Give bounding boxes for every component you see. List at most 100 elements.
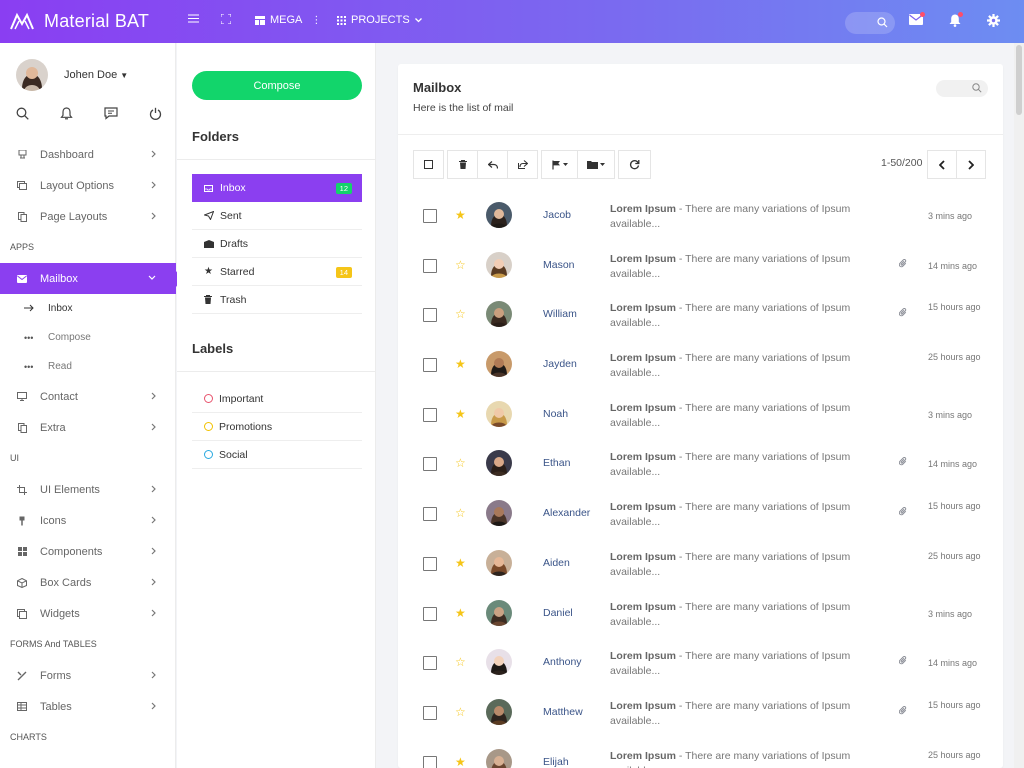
bell-notifications-button[interactable] [949, 12, 963, 30]
mail-checkbox[interactable] [423, 407, 437, 422]
sidebar-item-tables[interactable]: Tables [0, 691, 176, 722]
sidebar-subitem-read[interactable]: ••• Read [0, 352, 176, 381]
mail-sender[interactable]: Mason [543, 259, 575, 271]
menu-toggle-button[interactable] [188, 14, 199, 23]
projects-menu-button[interactable]: PROJECTS [337, 14, 422, 26]
settings-button[interactable] [987, 14, 1000, 30]
sidebar-subitem-compose[interactable]: ••• Compose [0, 323, 176, 352]
search-icon[interactable] [16, 107, 29, 120]
sidebar-item-page-layouts[interactable]: Page Layouts [0, 201, 176, 232]
star-outline-icon[interactable]: ☆ [455, 258, 466, 272]
mail-sender[interactable]: William [543, 308, 577, 320]
folder-starred[interactable]: ★ Starred 14 [192, 258, 362, 286]
mail-sender[interactable]: Matthew [543, 706, 583, 718]
scrollbar-thumb[interactable] [1016, 45, 1022, 115]
bell-icon[interactable] [60, 107, 73, 120]
mail-row[interactable]: ★ Jayden Lorem Ipsum - There are many vari… [413, 341, 988, 391]
star-filled-icon[interactable]: ★ [455, 208, 466, 222]
label-promotions[interactable]: Promotions [192, 413, 362, 441]
mail-checkbox[interactable] [423, 556, 437, 571]
reply-button[interactable] [477, 150, 508, 179]
sidebar-item-forms[interactable]: Forms [0, 660, 176, 691]
sidebar-item-box-cards[interactable]: Box Cards [0, 567, 176, 598]
mail-row[interactable]: ★ Aiden Lorem Ipsum - There are many varia… [413, 540, 988, 590]
sidebar-subitem-inbox[interactable]: Inbox [0, 294, 176, 323]
folder-inbox[interactable]: Inbox 12 [192, 174, 362, 202]
mail-checkbox[interactable] [423, 358, 437, 373]
mail-sender[interactable]: Jayden [543, 358, 577, 370]
folder-trash[interactable]: Trash [192, 286, 362, 314]
mail-sender[interactable]: Noah [543, 408, 568, 420]
star-outline-icon[interactable]: ☆ [455, 506, 466, 520]
mail-sender[interactable]: Jacob [543, 209, 571, 221]
mail-checkbox[interactable] [423, 209, 437, 223]
mail-search-input[interactable] [936, 80, 988, 97]
label-social[interactable]: Social [192, 441, 362, 469]
sidebar-item-widgets[interactable]: Widgets [0, 598, 176, 629]
refresh-button[interactable] [618, 150, 651, 179]
mail-row[interactable]: ☆ Mason Lorem Ipsum - There are many varia… [413, 242, 988, 292]
mail-checkbox[interactable] [423, 755, 437, 768]
mail-notifications-button[interactable] [909, 12, 925, 28]
sidebar-item-mailbox[interactable]: Mailbox [0, 263, 182, 294]
star-outline-icon[interactable]: ☆ [455, 456, 466, 470]
next-page-button[interactable] [956, 150, 986, 179]
star-outline-icon[interactable]: ☆ [455, 307, 466, 321]
sidebar-item-icons[interactable]: Icons [0, 505, 176, 536]
mail-sender[interactable]: Anthony [543, 656, 582, 668]
user-profile[interactable]: Johen Doe ▼ [16, 59, 128, 91]
sidebar-item-layout-options[interactable]: Layout Options [0, 170, 176, 201]
mail-row[interactable]: ☆ Anthony Lorem Ipsum - There are many var… [413, 639, 988, 689]
star-filled-icon[interactable]: ★ [455, 755, 466, 768]
star-outline-icon[interactable]: ☆ [455, 705, 466, 719]
star-filled-icon[interactable]: ★ [455, 556, 466, 570]
mail-checkbox[interactable] [423, 258, 437, 273]
mail-row[interactable]: ★ Elijah Lorem Ipsum - There are many vari… [413, 739, 988, 768]
mail-row[interactable]: ☆ Ethan Lorem Ipsum - There are many varia… [413, 440, 988, 490]
mail-sender[interactable]: Ethan [543, 457, 570, 469]
star-filled-icon[interactable]: ★ [455, 407, 466, 421]
mail-row[interactable]: ★ Jacob Lorem Ipsum - There are many varia… [413, 192, 988, 242]
brand[interactable]: Material BAT [10, 10, 149, 32]
delete-button[interactable] [447, 150, 478, 179]
mail-checkbox[interactable] [423, 656, 437, 671]
mail-sender[interactable]: Elijah [543, 756, 569, 768]
prev-page-button[interactable] [927, 150, 957, 179]
star-outline-icon[interactable]: ☆ [455, 655, 466, 669]
sidebar-item-extra[interactable]: Extra [0, 412, 176, 443]
mail-checkbox[interactable] [423, 606, 437, 621]
sidebar-item-contact[interactable]: Contact [0, 381, 176, 412]
star-filled-icon[interactable]: ★ [455, 606, 466, 620]
mail-checkbox[interactable] [423, 705, 437, 720]
mail-row[interactable]: ☆ Matthew Lorem Ipsum - There are many var… [413, 689, 988, 739]
mail-row[interactable]: ☆ William Lorem Ipsum - There are many var… [413, 291, 988, 341]
mail-row[interactable]: ★ Noah Lorem Ipsum - There are many variat… [413, 391, 988, 441]
mail-sender[interactable]: Daniel [543, 607, 573, 619]
flag-dropdown-button[interactable] [541, 150, 578, 179]
page-scrollbar[interactable] [1014, 43, 1024, 768]
mail-sender[interactable]: Alexander [543, 507, 590, 519]
star-filled-icon[interactable]: ★ [455, 357, 466, 371]
message-icon[interactable] [104, 107, 118, 120]
sidebar-item-dashboard[interactable]: Dashboard [0, 139, 176, 170]
sidebar-item-ui-elements[interactable]: UI Elements [0, 474, 176, 505]
folder-dropdown-button[interactable] [577, 150, 615, 179]
mail-checkbox[interactable] [423, 457, 437, 472]
mega-menu-button[interactable]: MEGA ⋮ [255, 14, 321, 26]
forward-button[interactable] [507, 150, 538, 179]
folder-sent[interactable]: Sent [192, 202, 362, 230]
label-important[interactable]: Important [192, 385, 362, 413]
compose-button[interactable]: Compose [192, 71, 362, 100]
mail-row[interactable]: ★ Daniel Lorem Ipsum - There are many vari… [413, 590, 988, 640]
mail-checkbox[interactable] [423, 507, 437, 522]
mail-checkbox[interactable] [423, 308, 437, 323]
sidebar-item-components[interactable]: Components [0, 536, 176, 567]
power-icon[interactable] [149, 107, 162, 120]
select-all-checkbox[interactable] [413, 150, 444, 179]
top-search-input[interactable] [845, 12, 895, 34]
folder-drafts[interactable]: Drafts [192, 230, 362, 258]
fullscreen-button[interactable] [221, 14, 231, 24]
mail-row[interactable]: ☆ Alexander Lorem Ipsum - There are many v… [413, 490, 988, 540]
mail-sender[interactable]: Aiden [543, 557, 570, 569]
mail-snippet: Lorem Ipsum - There are many variations … [610, 699, 860, 729]
